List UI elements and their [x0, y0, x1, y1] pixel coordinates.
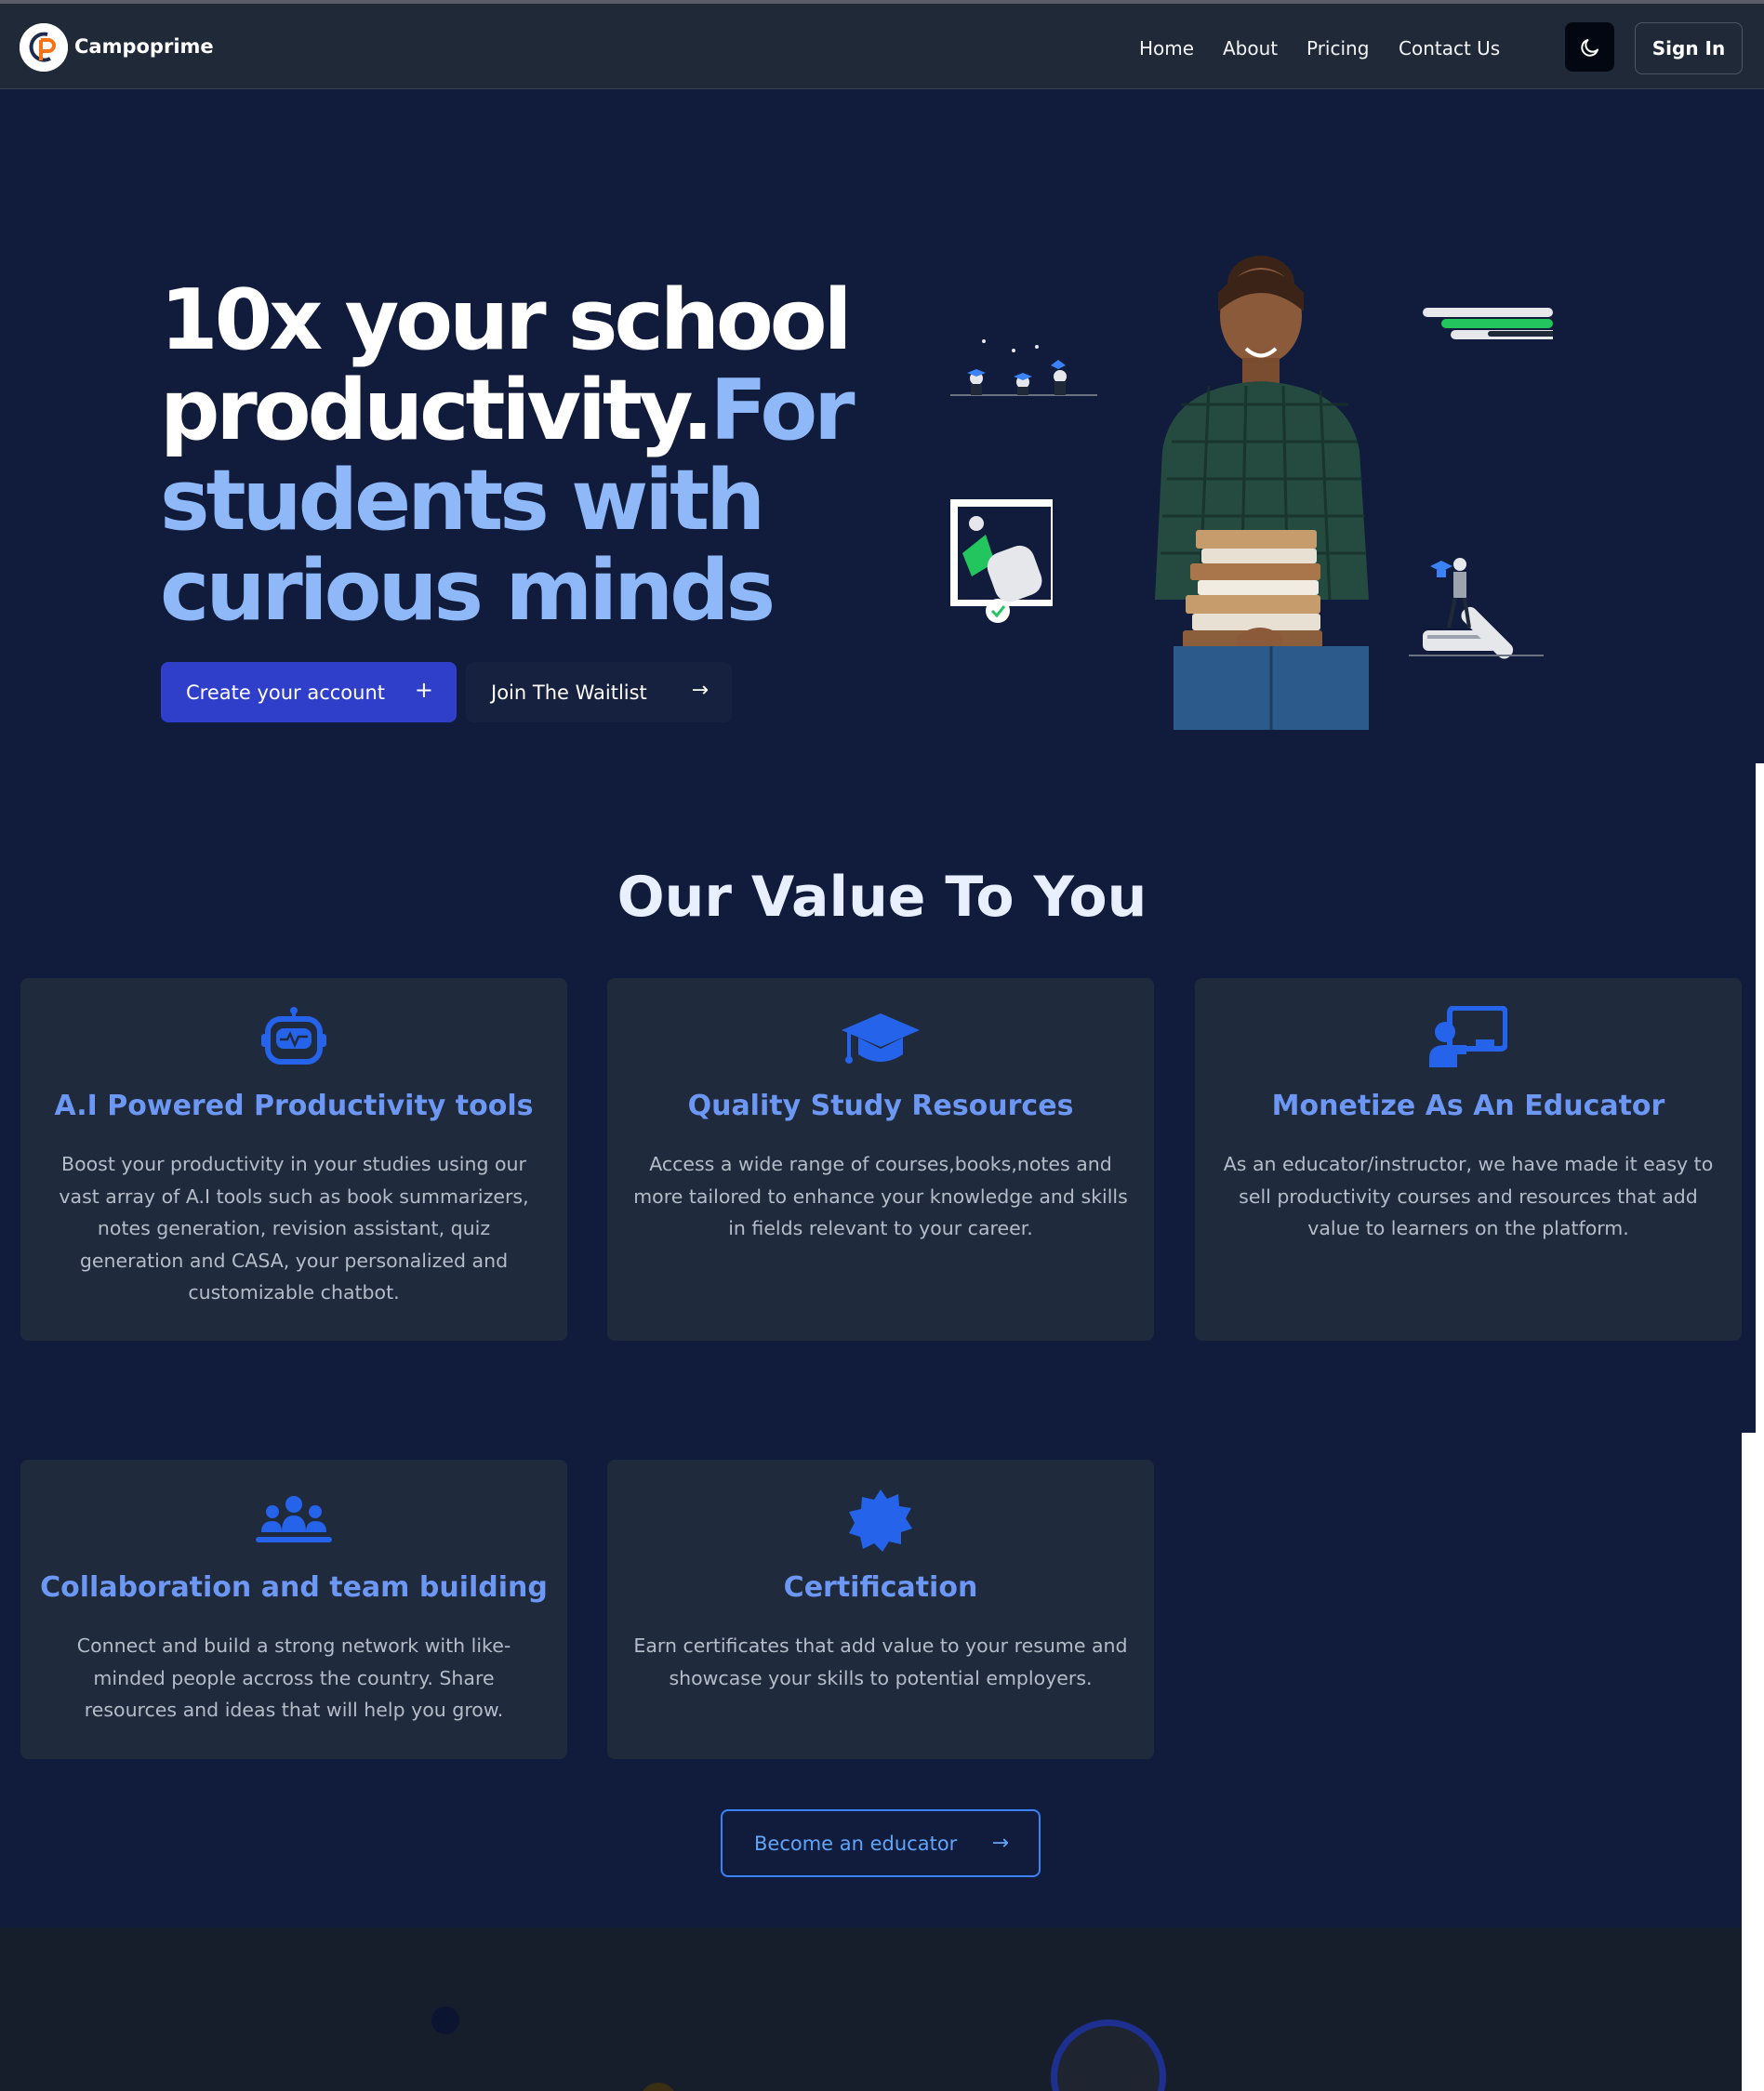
card-title: Certification [783, 1571, 978, 1604]
create-account-label: Create your account [186, 681, 386, 704]
hero-student-illustration [950, 256, 1553, 730]
card-title: A.I Powered Productivity tools [54, 1090, 534, 1122]
testimonials-section [0, 1927, 1742, 2091]
card-title: Quality Study Resources [687, 1090, 1074, 1122]
robot-icon [20, 1006, 567, 1065]
value-card-ai-tools: A.I Powered Productivity tools Boost you… [20, 978, 567, 1341]
plus-icon: + [414, 677, 433, 703]
join-waitlist-button[interactable]: Join The Waitlist → [466, 662, 732, 722]
card-description: Access a wide range of courses,books,not… [633, 1153, 1128, 1239]
progress-doodle [1423, 308, 1553, 339]
teacher-board-icon [1195, 1006, 1742, 1067]
card-title: Collaboration and team building [40, 1571, 548, 1604]
brand-name[interactable]: Campoprime [74, 35, 214, 58]
nav-link-home[interactable]: Home [1139, 37, 1194, 60]
value-card-certification: Certification Earn certificates that add… [607, 1460, 1154, 1759]
page: Campoprime Home About Pricing Contact Us… [0, 0, 1764, 2091]
nav-link-pricing[interactable]: Pricing [1306, 37, 1369, 60]
people-group-icon [20, 1495, 567, 1547]
values-heading: Our Value To You [617, 865, 1147, 930]
navbar: Campoprime Home About Pricing Contact Us… [0, 4, 1764, 89]
join-waitlist-label: Join The Waitlist [491, 681, 647, 704]
value-card-study-resources: Quality Study Resources Access a wide ra… [607, 978, 1154, 1341]
card-description: Earn certificates that add value to your… [633, 1634, 1128, 1689]
hero-headline: 10x your school productivity.For student… [160, 275, 867, 636]
become-educator-label: Become an educator [754, 1832, 958, 1855]
card-description: Boost your productivity in your studies … [59, 1153, 529, 1304]
arrow-right-icon: → [991, 1832, 1009, 1855]
value-card-monetize: Monetize As An Educator As an educator/i… [1195, 978, 1742, 1341]
sign-in-button[interactable]: Sign In [1635, 22, 1743, 74]
nav-link-about[interactable]: About [1223, 37, 1278, 60]
student-figure [1155, 256, 1369, 730]
certificate-doodle [950, 499, 1053, 623]
campoprime-logo[interactable] [20, 23, 68, 72]
graduation-cap-icon [607, 1012, 1154, 1067]
moon-icon [1580, 38, 1598, 57]
nav-link-contact-us[interactable]: Contact Us [1399, 37, 1500, 60]
card-description: Connect and build a strong network with … [76, 1634, 511, 1721]
arrow-right-icon: → [691, 679, 709, 702]
card-title: Monetize As An Educator [1271, 1090, 1665, 1122]
certificate-icon [607, 1489, 1154, 1553]
theme-toggle-button[interactable] [1565, 22, 1614, 72]
become-educator-button[interactable]: Become an educator → [721, 1809, 1041, 1877]
create-account-button[interactable]: Create your account + [161, 662, 457, 722]
value-card-collaboration: Collaboration and team building Connect … [20, 1460, 567, 1759]
graduates-doodle [950, 339, 1097, 396]
decorative-dot [431, 2006, 459, 2034]
reading-doodle [1409, 558, 1544, 659]
card-description: As an educator/instructor, we have made … [1223, 1153, 1714, 1239]
